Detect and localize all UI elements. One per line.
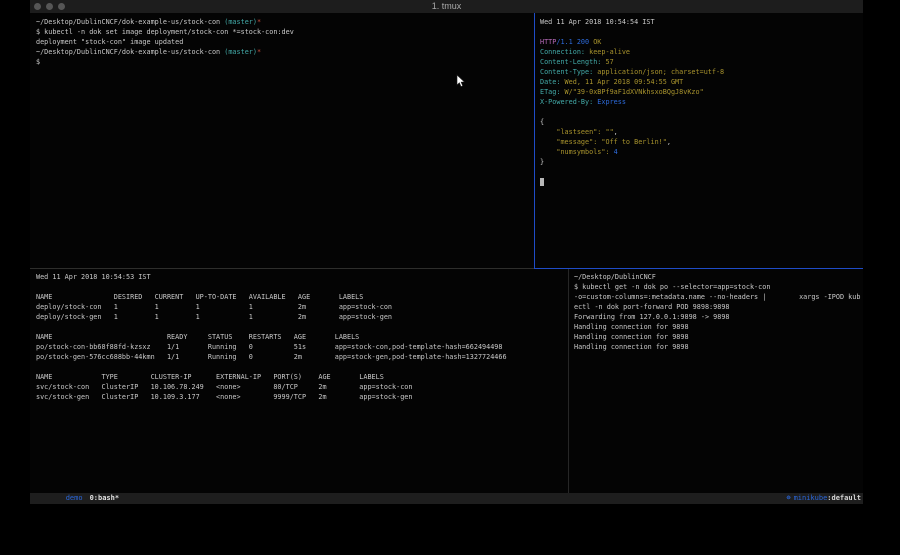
terminal-line: po/stock-gen-576cc688bb-44kmn 1/1 Runnin…: [36, 352, 574, 362]
terminal-window: 1. tmux ~/Desktop/DublinCNCF/dok-example…: [30, 0, 863, 504]
pane-divider-horizontal-right[interactable]: [534, 268, 863, 269]
kubernetes-helm-icon: ☸: [786, 494, 790, 502]
terminal-line: "lastseen": "",: [540, 127, 868, 137]
terminal-line: Wed 11 Apr 2018 10:54:54 IST: [540, 17, 868, 27]
terminal-line: ~/Desktop/DublinCNCF/dok-example-us/stoc…: [36, 47, 540, 57]
terminal-line: [36, 282, 574, 292]
terminal-line: [36, 322, 574, 332]
terminal-line: $ kubectl -n dok set image deployment/st…: [36, 27, 540, 37]
terminal-line: [540, 107, 868, 117]
status-left: demo 0:bash*: [30, 482, 119, 515]
terminal-line: Handling connection for 9898: [574, 342, 868, 352]
terminal-line: -o=custom-columns=:metadata.name --no-he…: [574, 292, 868, 302]
terminal-line: [540, 27, 868, 37]
tmux-window-label[interactable]: 0:bash*: [90, 494, 120, 502]
terminal-line: Content-Length: 57: [540, 57, 868, 67]
pane-http-response[interactable]: Wed 11 Apr 2018 10:54:54 IST HTTP/1.1 200…: [535, 13, 868, 272]
window-title: 1. tmux: [30, 0, 863, 13]
terminal-line: X-Powered-By: Express: [540, 97, 868, 107]
terminal-line: Date: Wed, 11 Apr 2018 09:54:55 GMT: [540, 77, 868, 87]
kube-context-name: minikube: [794, 494, 828, 502]
terminal-line: "numsymbols": 4: [540, 147, 868, 157]
terminal-line: $: [36, 57, 540, 67]
terminal-line: ETag: W/"39-0xBPf9aF1dXVNkhsxoBQgJ8vKzo": [540, 87, 868, 97]
terminal-line: [36, 362, 574, 372]
terminal-line: ~/Desktop/DublinCNCF/dok-example-us/stoc…: [36, 17, 540, 27]
desktop: 1. tmux ~/Desktop/DublinCNCF/dok-example…: [0, 0, 900, 555]
pane-divider-horizontal-left[interactable]: [30, 268, 534, 269]
terminal-line: Content-Type: application/json; charset=…: [540, 67, 868, 77]
terminal-line: $ kubectl get -n dok po --selector=app=s…: [574, 282, 868, 292]
pane-kubectl-watch[interactable]: Wed 11 Apr 2018 10:54:53 IST NAME DESIRED…: [30, 269, 574, 496]
terminal-line: deploy/stock-con 1 1 1 1 2m app=stock-co…: [36, 302, 574, 312]
terminal-line: "message": "Off to Berlin!",: [540, 137, 868, 147]
terminal-line: NAME READY STATUS RESTARTS AGE LABELS: [36, 332, 574, 342]
terminal-line: {: [540, 117, 868, 127]
terminal-line: Wed 11 Apr 2018 10:54:53 IST: [36, 272, 574, 282]
pane-shell-top-left[interactable]: ~/Desktop/DublinCNCF/dok-example-us/stoc…: [30, 13, 540, 272]
terminal-line: Connection: keep-alive: [540, 47, 868, 57]
pane-port-forward[interactable]: ~/Desktop/DublinCNCF$ kubectl get -n dok…: [569, 269, 868, 496]
terminal-line: deploy/stock-gen 1 1 1 1 2m app=stock-ge…: [36, 312, 574, 322]
pane-divider-vertical-top[interactable]: [534, 13, 535, 269]
terminal-line: NAME DESIRED CURRENT UP-TO-DATE AVAILABL…: [36, 292, 574, 302]
terminal-line: po/stock-con-bb68f88fd-kzsxz 1/1 Running…: [36, 342, 574, 352]
terminal-line: [540, 167, 868, 177]
mouse-cursor: [456, 74, 466, 88]
terminal-line: }: [540, 157, 868, 167]
pane-divider-vertical-bottom[interactable]: [568, 269, 569, 493]
terminal-line: Handling connection for 9898: [574, 332, 868, 342]
terminal-line: svc/stock-gen ClusterIP 10.109.3.177 <no…: [36, 392, 574, 402]
tmux-session-name: demo: [66, 494, 83, 502]
terminal-line: NAME TYPE CLUSTER-IP EXTERNAL-IP PORT(S)…: [36, 372, 574, 382]
terminal-line: deployment "stock-con" image updated: [36, 37, 540, 47]
terminal-line: HTTP/1.1 200 OK: [540, 37, 868, 47]
kube-context-namespace: :default: [827, 494, 861, 502]
terminal-line: svc/stock-con ClusterIP 10.106.78.249 <n…: [36, 382, 574, 392]
terminal-line: [540, 177, 868, 187]
window-title-bar[interactable]: 1. tmux: [30, 0, 863, 13]
terminal-line: Forwarding from 127.0.0.1:9898 -> 9898: [574, 312, 868, 322]
terminal-line: Handling connection for 9898: [574, 322, 868, 332]
status-right: ☸ minikube:default: [753, 482, 863, 515]
terminal-line: ectl -n dok port-forward POD 9898:9898: [574, 302, 868, 312]
tmux-status-bar: demo 0:bash* ☸ minikube:default: [30, 493, 863, 504]
terminal-line: ~/Desktop/DublinCNCF: [574, 272, 868, 282]
